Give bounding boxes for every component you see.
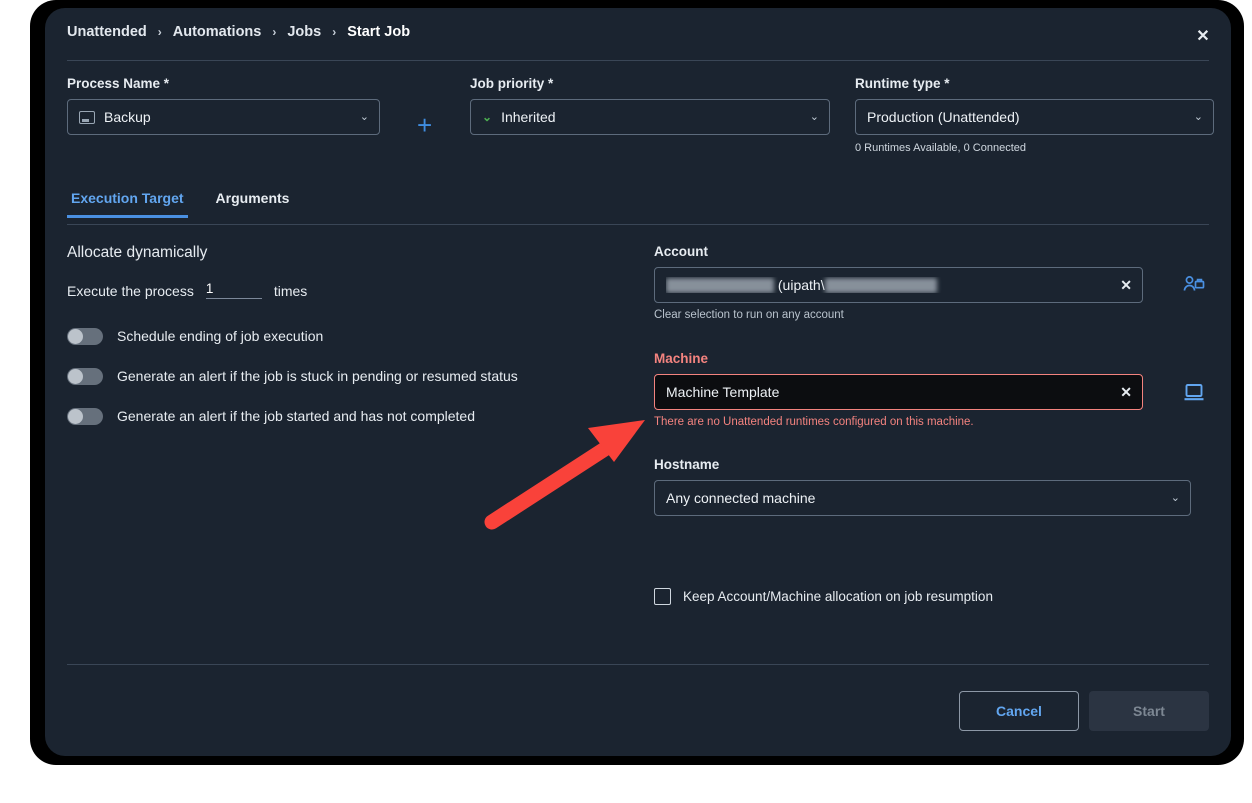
process-name-value: Backup	[104, 109, 151, 125]
hostname-group: Hostname Any connected machine ⌄	[654, 457, 1209, 516]
breadcrumb-item-unattended[interactable]: Unattended	[67, 24, 147, 40]
toggle-row-alert-not-completed: Generate an alert if the job started and…	[67, 405, 652, 427]
toggle-schedule-ending[interactable]	[67, 327, 103, 345]
start-job-dialog: Unattended › Automations › Jobs › Start …	[45, 8, 1231, 756]
execution-target-panel: Allocate dynamically Execute the process…	[67, 244, 652, 445]
execute-suffix-label: times	[273, 283, 308, 299]
execute-times-row: Execute the process 1 times	[67, 281, 652, 299]
machine-value: Machine Template	[666, 384, 780, 400]
footer-divider	[67, 664, 1209, 665]
process-monitor-icon	[79, 110, 95, 124]
hostname-select[interactable]: Any connected machine ⌄	[654, 480, 1191, 516]
close-icon[interactable]: ✕	[1189, 22, 1217, 50]
priority-inherited-icon: ⌄	[482, 110, 493, 124]
clear-account-icon[interactable]: ✕	[1120, 277, 1132, 294]
machine-group: Machine Machine Template ✕ There are no …	[654, 351, 1209, 428]
footer-actions: Cancel Start	[959, 691, 1209, 731]
keep-allocation-row: Keep Account/Machine allocation on job r…	[654, 588, 1209, 605]
toggle-alert-not-completed-label: Generate an alert if the job started and…	[117, 408, 476, 424]
execute-count-input[interactable]: 1	[205, 281, 262, 299]
job-priority-group: Job priority * ⌄ Inherited ⌄	[470, 76, 830, 135]
breadcrumb: Unattended › Automations › Jobs › Start …	[67, 24, 410, 40]
breadcrumb-item-jobs[interactable]: Jobs	[287, 24, 321, 40]
execute-prefix-label: Execute the process	[67, 283, 194, 299]
account-person-icon[interactable]	[1179, 270, 1209, 300]
header-divider	[67, 60, 1209, 61]
tab-bar: Execution Target Arguments	[67, 186, 293, 218]
breadcrumb-separator-icon: ›	[157, 25, 162, 39]
redacted-account-id	[824, 278, 937, 293]
top-fields-row: Process Name * Backup ⌄ + Job priority *…	[67, 76, 1214, 186]
machine-input[interactable]: Machine Template ✕	[654, 374, 1143, 410]
account-input[interactable]: (uipath\ ✕	[654, 267, 1143, 303]
chevron-down-icon: ⌄	[359, 110, 369, 123]
process-name-select[interactable]: Backup ⌄	[67, 99, 380, 135]
tab-execution-target[interactable]: Execution Target	[67, 186, 188, 218]
account-group: Account (uipath\ ✕ Clear selection to ru…	[654, 244, 1209, 321]
redacted-account-name	[666, 278, 774, 293]
toggle-row-schedule-ending: Schedule ending of job execution	[67, 325, 652, 347]
breadcrumb-separator-icon: ›	[332, 25, 337, 39]
runtime-type-select[interactable]: Production (Unattended) ⌄	[855, 99, 1214, 135]
account-domain-text: (uipath\	[777, 277, 825, 293]
tab-divider	[67, 224, 1209, 225]
runtime-type-label: Runtime type *	[855, 76, 950, 91]
keep-allocation-checkbox[interactable]	[654, 588, 671, 605]
account-value: (uipath\	[666, 277, 1112, 293]
allocation-panel: Account (uipath\ ✕ Clear selection to ru…	[654, 244, 1209, 605]
job-priority-value: Inherited	[501, 109, 556, 125]
chevron-down-icon: ⌄	[1193, 110, 1203, 123]
start-button: Start	[1089, 691, 1209, 731]
job-priority-select[interactable]: ⌄ Inherited ⌄	[470, 99, 830, 135]
chevron-down-icon: ⌄	[1170, 491, 1180, 504]
breadcrumb-item-start-job: Start Job	[347, 24, 411, 40]
runtime-type-value: Production (Unattended)	[867, 109, 1020, 125]
toggle-row-alert-stuck: Generate an alert if the job is stuck in…	[67, 365, 652, 387]
machine-label: Machine	[654, 351, 709, 366]
process-name-label: Process Name *	[67, 76, 170, 91]
monitor-icon[interactable]	[1179, 377, 1209, 407]
breadcrumb-separator-icon: ›	[272, 25, 277, 39]
toggle-alert-not-completed[interactable]	[67, 407, 103, 425]
toggle-alert-stuck-label: Generate an alert if the job is stuck in…	[117, 368, 518, 384]
add-process-button[interactable]: +	[417, 112, 432, 138]
breadcrumb-item-automations[interactable]: Automations	[173, 24, 262, 40]
screen: Unattended › Automations › Jobs › Start …	[0, 0, 1252, 803]
runtime-availability-note: 0 Runtimes Available, 0 Connected	[855, 142, 1027, 154]
runtime-type-group: Runtime type * Production (Unattended) ⌄…	[855, 76, 1214, 154]
chevron-down-icon: ⌄	[809, 110, 819, 123]
account-label: Account	[654, 244, 708, 259]
allocate-dynamically-title: Allocate dynamically	[67, 244, 208, 261]
keep-allocation-label: Keep Account/Machine allocation on job r…	[683, 589, 993, 604]
machine-error-message: There are no Unattended runtimes configu…	[654, 416, 974, 428]
clear-machine-icon[interactable]: ✕	[1120, 384, 1132, 401]
hostname-label: Hostname	[654, 457, 720, 472]
toggle-alert-stuck[interactable]	[67, 367, 103, 385]
cancel-button[interactable]: Cancel	[959, 691, 1079, 731]
tab-arguments[interactable]: Arguments	[212, 186, 294, 218]
toggle-schedule-ending-label: Schedule ending of job execution	[117, 328, 324, 344]
process-name-group: Process Name * Backup ⌄	[67, 76, 380, 135]
account-hint: Clear selection to run on any account	[654, 309, 844, 321]
job-priority-label: Job priority *	[470, 76, 554, 91]
hostname-value: Any connected machine	[666, 490, 816, 506]
